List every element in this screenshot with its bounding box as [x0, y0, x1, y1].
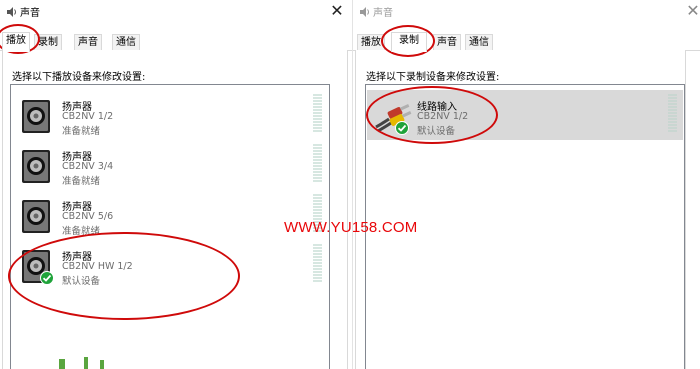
level-meter: [313, 94, 322, 132]
level-meter: [668, 94, 677, 132]
default-check-icon: [40, 271, 54, 285]
tab-strip: 播放 录制 声音 通信: [353, 32, 700, 52]
device-subtitle: CB2NV 3/4: [62, 161, 114, 172]
tab-recording[interactable]: 录制: [34, 34, 62, 51]
device-item-selected[interactable]: 线路输入 CB2NV 1/2 默认设备: [367, 90, 683, 140]
tab-communications[interactable]: 通信: [112, 34, 140, 51]
device-subtitle: CB2NV 1/2: [417, 111, 469, 122]
window-title: 声音: [20, 8, 40, 19]
tab-sounds[interactable]: 声音: [74, 34, 102, 51]
device-subtitle: CB2NV 5/6: [62, 211, 114, 222]
level-meter: [313, 244, 322, 282]
level-meter: [313, 144, 322, 182]
speaker-device-icon: [22, 200, 50, 233]
default-check-icon: [395, 121, 409, 135]
device-status: 默认设备: [62, 276, 101, 287]
speaker-device-icon: [22, 150, 50, 183]
watermark-text: WWW.YU158.COM: [284, 219, 418, 236]
stray-green-marks: [59, 357, 104, 369]
device-status: 准备就绪: [62, 176, 101, 187]
sound-dialog-playback: 声音 ✕ 播放 录制 声音 通信 选择以下播放设备来修改设置: 扬声器 CB2N…: [0, 0, 352, 369]
speaker-icon: [360, 7, 369, 17]
instruction-text: 选择以下播放设备来修改设置:: [12, 72, 146, 83]
speaker-icon: [7, 7, 16, 17]
tab-strip: 播放 录制 声音 通信: [0, 32, 352, 52]
close-button[interactable]: ✕: [326, 1, 348, 21]
tab-playback[interactable]: 播放: [357, 34, 385, 51]
device-subtitle: CB2NV HW 1/2: [62, 261, 133, 272]
device-subtitle: CB2NV 1/2: [62, 111, 114, 122]
device-status: 准备就绪: [62, 226, 101, 237]
speaker-device-icon: [22, 100, 50, 133]
device-item[interactable]: 扬声器 CB2NV 3/4 准备就绪: [12, 140, 328, 190]
device-status: 默认设备: [417, 126, 456, 137]
title-bar: 声音 ✕: [0, 0, 352, 24]
device-status: 准备就绪: [62, 126, 101, 137]
tab-playback[interactable]: 播放: [2, 32, 30, 52]
device-item[interactable]: 扬声器 CB2NV 1/2 准备就绪: [12, 90, 328, 140]
title-bar: 声音 ✕: [353, 0, 700, 24]
instruction-text: 选择以下录制设备来修改设置:: [366, 72, 500, 83]
close-button[interactable]: ✕: [682, 1, 700, 21]
window-title: 声音: [373, 8, 393, 19]
playback-device-list[interactable]: 扬声器 CB2NV 1/2 准备就绪 扬声器 CB2NV 3/4 准备就绪 扬声…: [10, 84, 330, 369]
device-item-default[interactable]: 扬声器 CB2NV HW 1/2 默认设备: [12, 240, 328, 290]
device-item[interactable]: 扬声器 CB2NV 5/6 准备就绪: [12, 190, 328, 240]
tab-sounds[interactable]: 声音: [433, 34, 461, 51]
tab-recording[interactable]: 录制: [391, 32, 427, 52]
sound-dialog-recording: 声音 ✕ 播放 录制 声音 通信 选择以下录制设备来修改设置: 线路输入 CB2…: [353, 0, 700, 369]
tab-communications[interactable]: 通信: [465, 34, 493, 51]
